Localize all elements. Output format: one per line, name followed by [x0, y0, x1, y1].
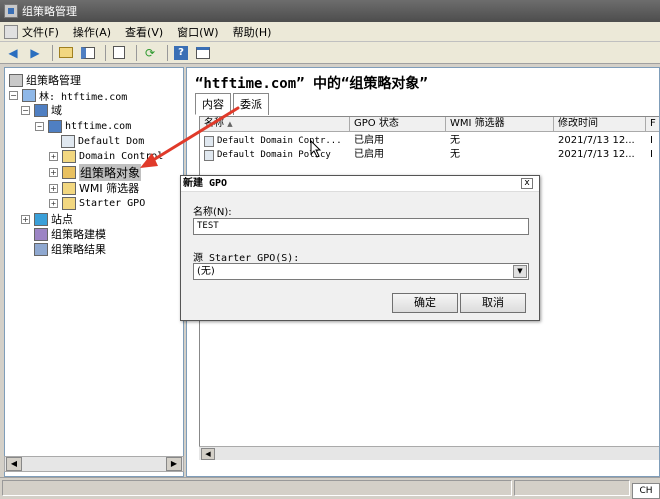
- list-horizontal-scrollbar[interactable]: ◀: [199, 446, 659, 460]
- sites-icon: [34, 212, 48, 226]
- cancel-button[interactable]: 取消: [460, 293, 526, 313]
- domains-icon: [34, 103, 48, 117]
- menu-window[interactable]: 窗口(W): [177, 24, 218, 40]
- column-header-wmi-filter[interactable]: WMI 筛选器: [446, 117, 554, 131]
- tree-item-root[interactable]: 组策略管理: [9, 72, 81, 88]
- tree-item-group-policy-objects[interactable]: + 组策略对象: [49, 163, 142, 181]
- results-icon: [34, 242, 48, 256]
- window-title: 组策略管理: [22, 5, 77, 18]
- expand-icon[interactable]: +: [21, 214, 30, 224]
- close-icon[interactable]: x: [521, 178, 533, 189]
- status-bar: [0, 477, 660, 499]
- domain-icon: [48, 119, 62, 133]
- new-gpo-dialog: 新建 GPO x 名称(N): TEST 源 Starter GPO(S): (…: [180, 175, 540, 321]
- starter-gpo-folder-icon: [62, 196, 76, 210]
- tree-item-results[interactable]: 组策略结果: [34, 241, 106, 257]
- expand-icon[interactable]: +: [49, 151, 58, 161]
- status-cell: [514, 480, 630, 496]
- forward-icon[interactable]: ▶: [26, 45, 44, 61]
- tree-item-forest[interactable]: − 林: htftime.com: [9, 87, 127, 103]
- ou-folder-icon: [62, 149, 76, 163]
- tree-item-domains[interactable]: − 域: [21, 102, 62, 118]
- chevron-down-icon[interactable]: ▼: [513, 265, 527, 278]
- window-title-bar[interactable]: 组策略管理: [0, 0, 660, 22]
- toolbar-separator: [167, 44, 168, 61]
- gpo-icon: [204, 135, 214, 147]
- up-folder-icon[interactable]: [57, 45, 75, 61]
- collapse-icon[interactable]: −: [35, 121, 44, 131]
- back-icon[interactable]: ◀: [4, 45, 22, 61]
- list-header: 名称 ▲ GPO 状态 WMI 筛选器 修改时间 F: [200, 117, 659, 132]
- forest-icon: [22, 88, 36, 102]
- sort-ascending-icon: ▲: [227, 120, 233, 128]
- gpmc-app-icon: [4, 4, 18, 18]
- toolbar: ◀ ▶ ⟳ ?: [0, 42, 660, 64]
- collapse-icon[interactable]: −: [9, 90, 18, 100]
- column-header-gpo-status[interactable]: GPO 状态: [350, 117, 446, 131]
- collapse-icon[interactable]: −: [21, 105, 30, 115]
- toolbar-separator: [52, 44, 53, 61]
- expand-icon[interactable]: +: [49, 167, 58, 177]
- tab-delegation[interactable]: 委派: [233, 93, 269, 115]
- refresh-icon[interactable]: ⟳: [141, 45, 159, 61]
- menu-help[interactable]: 帮助(H): [233, 24, 272, 40]
- dialog-title[interactable]: 新建 GPO: [181, 176, 539, 192]
- gpmc-root-icon: [9, 73, 23, 87]
- help-icon[interactable]: ?: [172, 45, 190, 61]
- column-header-name[interactable]: 名称 ▲: [200, 117, 350, 131]
- gpo-icon: [204, 149, 214, 161]
- console-icon[interactable]: [194, 45, 212, 61]
- scroll-left-icon[interactable]: ◀: [6, 457, 22, 471]
- console-menu-icon[interactable]: [4, 24, 18, 39]
- console-tree[interactable]: 组策略管理 − 林: htftime.com − 域 − htftime.com…: [4, 67, 184, 477]
- status-cell: [2, 480, 512, 496]
- tree-item-starter-gpo[interactable]: + Starter GPO: [49, 195, 145, 211]
- mouse-cursor-icon: [310, 140, 322, 158]
- show-hide-tree-icon[interactable]: [79, 45, 97, 61]
- toolbar-separator: [136, 44, 137, 61]
- properties-icon[interactable]: [110, 45, 128, 61]
- name-label: 名称(N):: [193, 207, 232, 218]
- expand-icon[interactable]: +: [49, 183, 58, 193]
- scroll-right-icon[interactable]: ▶: [166, 457, 182, 471]
- column-header-owner[interactable]: F: [646, 117, 659, 131]
- source-starter-gpo-label: 源 Starter GPO(S):: [193, 253, 300, 264]
- menu-action[interactable]: 操作(A): [73, 24, 111, 40]
- table-row[interactable]: Default Domain Contr... 已启用 无 2021/7/13 …: [200, 134, 659, 148]
- tree-item-sites[interactable]: + 站点: [21, 211, 73, 227]
- modeling-icon: [34, 227, 48, 241]
- wmi-folder-icon: [62, 181, 76, 195]
- column-header-modified[interactable]: 修改时间: [554, 117, 646, 131]
- expand-icon[interactable]: +: [49, 198, 58, 208]
- source-starter-gpo-select[interactable]: (无) ▼: [193, 263, 529, 280]
- toolbar-separator: [105, 44, 106, 61]
- gpo-name-input[interactable]: TEST: [193, 218, 529, 235]
- gpo-link-icon: [61, 134, 75, 148]
- content-tabs: 内容 委派: [195, 93, 271, 115]
- menu-file[interactable]: 文件(F): [22, 24, 59, 40]
- language-indicator[interactable]: CH: [632, 483, 660, 499]
- gpo-folder-icon: [62, 165, 76, 179]
- menu-bar: 文件(F) 操作(A) 查看(V) 窗口(W) 帮助(H): [0, 22, 660, 42]
- tree-horizontal-scrollbar[interactable]: ◀ ▶: [4, 456, 184, 472]
- tree-item-domain[interactable]: − htftime.com: [35, 118, 131, 134]
- tree-item-domain-controllers[interactable]: + Domain Control: [49, 148, 163, 164]
- tree-item-modeling[interactable]: 组策略建模: [34, 226, 106, 242]
- tree-item-wmi-filters[interactable]: + WMI 筛选器: [49, 180, 139, 196]
- scroll-left-icon[interactable]: ◀: [201, 448, 215, 460]
- ok-button[interactable]: 确定: [392, 293, 458, 313]
- menu-view[interactable]: 查看(V): [125, 24, 163, 40]
- tree-item-default-domain-policy[interactable]: Default Dom: [61, 133, 144, 149]
- table-row[interactable]: Default Domain Policy 已启用 无 2021/7/13 12…: [200, 148, 659, 162]
- content-title: “htftime.com” 中的“组策略对象”: [195, 76, 428, 92]
- tab-contents[interactable]: 内容: [195, 93, 231, 115]
